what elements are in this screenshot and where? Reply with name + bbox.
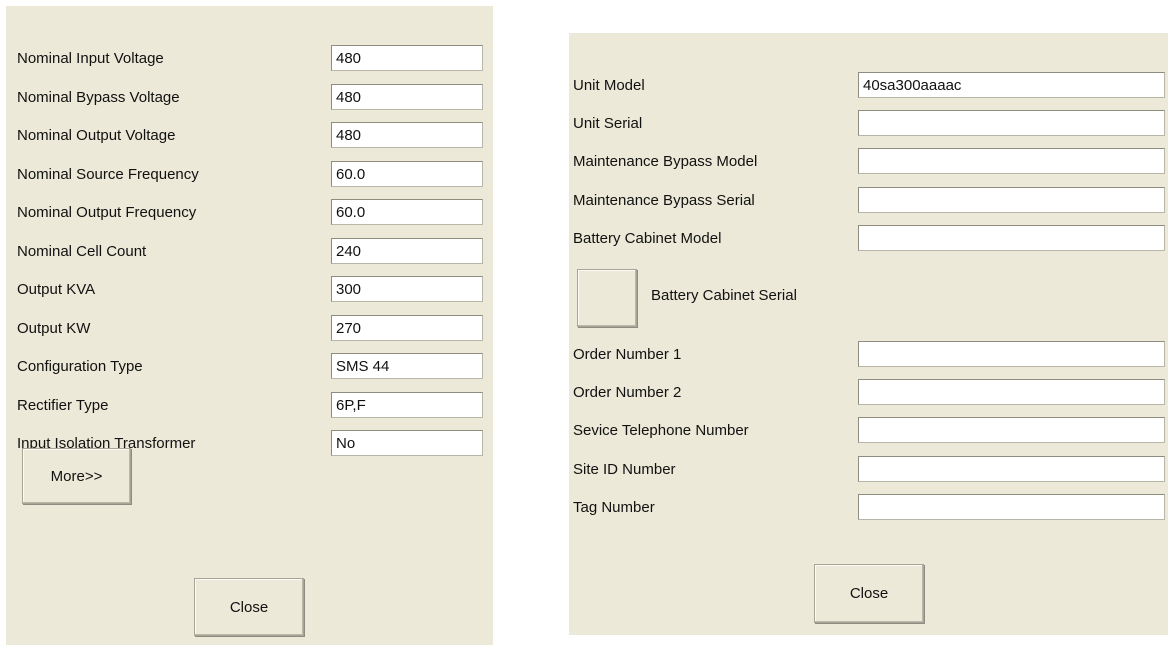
rectifier-type-label: Rectifier Type — [17, 397, 109, 414]
maintenance-bypass-model-label: Maintenance Bypass Model — [573, 153, 758, 170]
site-id-number-row: Site ID Number — [569, 455, 1168, 485]
nominal-input-voltage-label: Nominal Input Voltage — [17, 50, 164, 67]
battery-cabinet-model-row: Battery Cabinet Model — [569, 224, 1168, 254]
battery-cabinet-model-field[interactable] — [858, 225, 1165, 251]
battery-cabinet-serial-label: Battery Cabinet Serial — [651, 287, 797, 304]
order-number-2-label: Order Number 2 — [573, 384, 682, 401]
tag-number-field[interactable] — [858, 494, 1165, 520]
order-number-1-row: Order Number 1 — [569, 340, 1168, 370]
unit-model-field[interactable] — [858, 72, 1165, 98]
unit-identification-dialog: Unit Model Unit Serial Maintenance Bypas… — [569, 33, 1168, 635]
nominal-cell-count-row: Nominal Cell Count — [6, 237, 493, 267]
configuration-type-row: Configuration Type — [6, 352, 493, 382]
unit-model-label: Unit Model — [573, 77, 645, 94]
unit-serial-row: Unit Serial — [569, 109, 1168, 139]
nominal-output-frequency-row: Nominal Output Frequency — [6, 198, 493, 228]
output-kw-field[interactable] — [331, 315, 483, 341]
tag-number-label: Tag Number — [573, 499, 655, 516]
maintenance-bypass-model-row: Maintenance Bypass Model — [569, 147, 1168, 177]
service-telephone-number-field[interactable] — [858, 417, 1165, 443]
nominal-cell-count-field[interactable] — [331, 238, 483, 264]
output-kva-label: Output KVA — [17, 281, 96, 298]
nominal-source-frequency-label: Nominal Source Frequency — [17, 166, 199, 183]
output-kw-label: Output KW — [17, 320, 91, 337]
unit-serial-field[interactable] — [858, 110, 1165, 136]
maintenance-bypass-serial-field[interactable] — [858, 187, 1165, 213]
configuration-type-label: Configuration Type — [17, 358, 143, 375]
battery-cabinet-model-label: Battery Cabinet Model — [573, 230, 722, 247]
nominal-output-voltage-label: Nominal Output Voltage — [17, 127, 176, 144]
maintenance-bypass-model-field[interactable] — [858, 148, 1165, 174]
service-telephone-number-label: Sevice Telephone Number — [573, 422, 749, 439]
close-button[interactable]: Close — [194, 578, 304, 636]
order-number-1-field[interactable] — [858, 341, 1165, 367]
order-number-2-field[interactable] — [858, 379, 1165, 405]
maintenance-bypass-serial-row: Maintenance Bypass Serial — [569, 186, 1168, 216]
nominal-bypass-voltage-row: Nominal Bypass Voltage — [6, 83, 493, 113]
input-isolation-transformer-field[interactable] — [331, 430, 483, 456]
nominal-source-frequency-field[interactable] — [331, 161, 483, 187]
unit-serial-label: Unit Serial — [573, 115, 643, 132]
nominal-source-frequency-row: Nominal Source Frequency — [6, 160, 493, 190]
configuration-type-field[interactable] — [331, 353, 483, 379]
nominal-output-frequency-label: Nominal Output Frequency — [17, 204, 197, 221]
nominal-cell-count-label: Nominal Cell Count — [17, 243, 147, 260]
battery-cabinet-serial-button[interactable] — [577, 269, 637, 327]
rectifier-type-row: Rectifier Type — [6, 391, 493, 421]
ups-ratings-dialog: Nominal Input Voltage Nominal Bypass Vol… — [6, 6, 493, 645]
maintenance-bypass-serial-label: Maintenance Bypass Serial — [573, 192, 755, 209]
nominal-bypass-voltage-field[interactable] — [331, 84, 483, 110]
order-number-2-row: Order Number 2 — [569, 378, 1168, 408]
unit-model-row: Unit Model — [569, 71, 1168, 101]
site-id-number-label: Site ID Number — [573, 461, 676, 478]
rectifier-type-field[interactable] — [331, 392, 483, 418]
output-kva-row: Output KVA — [6, 275, 493, 305]
more-button[interactable]: More>> — [22, 448, 131, 504]
output-kva-field[interactable] — [331, 276, 483, 302]
nominal-input-voltage-row: Nominal Input Voltage — [6, 44, 493, 74]
service-telephone-number-row: Sevice Telephone Number — [569, 416, 1168, 446]
nominal-output-voltage-row: Nominal Output Voltage — [6, 121, 493, 151]
nominal-output-frequency-field[interactable] — [331, 199, 483, 225]
nominal-output-voltage-field[interactable] — [331, 122, 483, 148]
tag-number-row: Tag Number — [569, 493, 1168, 523]
order-number-1-label: Order Number 1 — [573, 346, 682, 363]
nominal-bypass-voltage-label: Nominal Bypass Voltage — [17, 89, 180, 106]
output-kw-row: Output KW — [6, 314, 493, 344]
close-button[interactable]: Close — [814, 564, 924, 623]
nominal-input-voltage-field[interactable] — [331, 45, 483, 71]
site-id-number-field[interactable] — [858, 456, 1165, 482]
